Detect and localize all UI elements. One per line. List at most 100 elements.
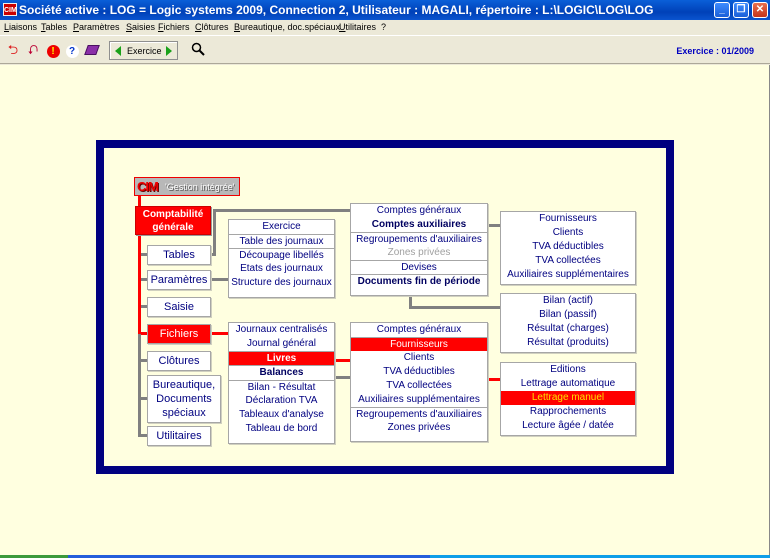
connector-livres <box>335 359 350 362</box>
module-bureautique-line1: Bureautique, <box>152 379 216 391</box>
module-bureautique-line3: spéciaux <box>162 407 206 419</box>
import-icon[interactable]: ⮏ <box>25 42 41 58</box>
help-icon[interactable]: ? <box>64 42 80 58</box>
module-parametres[interactable]: Paramètres <box>147 270 211 290</box>
fourn-item-rapprochements[interactable]: Rapprochements <box>501 405 635 419</box>
module-fichiers[interactable]: Fichiers <box>147 324 211 344</box>
tables-item-etats-journaux[interactable]: Etats des journaux <box>229 262 334 276</box>
menu-help[interactable]: ? <box>381 22 386 32</box>
aux-item-fournisseurs[interactable]: Fournisseurs <box>501 212 635 226</box>
minimize-button[interactable]: _ <box>714 2 730 18</box>
fournisseurs-submenu: Editions Lettrage automatique Lettrage m… <box>500 362 636 436</box>
aux-item-supplementaires[interactable]: Auxiliaires supplémentaires <box>501 268 635 282</box>
close-button[interactable]: ✕ <box>752 2 768 18</box>
comptabilite-generale-root[interactable]: Comptabilité générale <box>135 206 211 235</box>
tables-item-decoupage[interactable]: Découpage libellés <box>229 248 334 262</box>
comptes-submenu: Comptes généraux Comptes auxiliaires Reg… <box>350 203 488 296</box>
fourn-item-editions[interactable]: Editions <box>501 363 635 377</box>
toolbar: ⮌ ⮏ ! ? Exercice Exercice : 01/2009 <box>0 35 770 64</box>
fourn-item-lecture-agee[interactable]: Lecture âgée / datée <box>501 419 635 433</box>
livres-item-comptes-generaux[interactable]: Comptes généraux <box>351 323 487 337</box>
fichiers-item-tableau-bord[interactable]: Tableau de bord <box>229 422 334 436</box>
connector-tables-up <box>213 209 216 256</box>
fin-item-resultat-produits[interactable]: Résultat (produits) <box>501 336 635 350</box>
next-exercice-icon[interactable] <box>166 46 172 56</box>
connector-tables-comptes <box>213 209 350 212</box>
fin-item-resultat-charges[interactable]: Résultat (charges) <box>501 322 635 336</box>
tables-item-exercice[interactable]: Exercice <box>229 220 334 234</box>
menu-liaisons[interactable]: Liaisons <box>4 22 37 32</box>
livres-item-aux-supplementaires[interactable]: Auxiliaires supplémentaires <box>351 393 487 407</box>
alert-icon[interactable]: ! <box>45 42 61 58</box>
fichiers-item-bilan-resultat[interactable]: Bilan - Résultat <box>229 380 334 394</box>
livres-item-tva-deductibles[interactable]: TVA déductibles <box>351 365 487 379</box>
module-saisie[interactable]: Saisie <box>147 297 211 317</box>
exit-icon[interactable]: ⮌ <box>5 42 21 58</box>
exercice-info: Exercice : 01/2009 <box>676 46 754 56</box>
restore-button[interactable]: ❐ <box>733 2 749 18</box>
cim-logo: CIM 'Gestion intégrée' <box>134 177 240 196</box>
root-line2: générale <box>152 222 194 233</box>
connector-fournisseurs <box>488 378 500 381</box>
cim-tagline: 'Gestion intégrée' <box>165 182 235 192</box>
fichiers-item-declaration-tva[interactable]: Déclaration TVA <box>229 394 334 408</box>
connector-fichiers-box <box>211 332 228 335</box>
menu-bureautique[interactable]: Bureautique, doc.spéciaux <box>234 22 340 32</box>
exercice-navigator: Exercice <box>109 41 178 60</box>
comptes-item-auxiliaires[interactable]: Comptes auxiliaires <box>351 218 487 232</box>
fichiers-item-tableaux-analyse[interactable]: Tableaux d'analyse <box>229 408 334 422</box>
connector-comptes-auxiliaires <box>488 224 500 227</box>
fichiers-item-balances[interactable]: Balances <box>229 365 334 380</box>
livres-item-clients[interactable]: Clients <box>351 351 487 365</box>
fourn-item-lettrage-auto[interactable]: Lettrage automatique <box>501 377 635 391</box>
root-line1: Comptabilité <box>142 209 204 220</box>
fin-periode-submenu: Bilan (actif) Bilan (passif) Résultat (c… <box>500 293 636 353</box>
cim-brand: CIM <box>137 179 159 194</box>
fichiers-item-livres[interactable]: Livres <box>229 351 334 365</box>
comptes-item-zones-privees: Zones privées <box>387 247 451 258</box>
menu-fichiers[interactable]: Fichiers <box>158 22 190 32</box>
menu-parametres[interactable]: Paramètres <box>73 22 120 32</box>
fin-item-bilan-passif[interactable]: Bilan (passif) <box>501 308 635 322</box>
menu-clotures[interactable]: Clôtures <box>195 22 229 32</box>
fichiers-submenu: Journaux centralisés Journal général Liv… <box>228 322 335 444</box>
livres-item-regroupements[interactable]: Regroupements d'auxiliaires <box>351 407 487 421</box>
fichiers-item-journal-general[interactable]: Journal général <box>229 337 334 351</box>
fichiers-item-journaux-centralises[interactable]: Journaux centralisés <box>229 323 334 337</box>
module-utilitaires[interactable]: Utilitaires <box>147 426 211 446</box>
menu-tables[interactable]: Tables <box>41 22 67 32</box>
aux-item-tva-collectees[interactable]: TVA collectées <box>501 254 635 268</box>
comptes-item-regroupements[interactable]: Regroupements d'auxiliaires <box>351 232 487 246</box>
menu-utilitaires[interactable]: Utilitaires <box>339 22 376 32</box>
module-bureautique-line2: Documents <box>156 393 212 405</box>
tables-item-table-journaux[interactable]: Table des journaux <box>229 234 334 248</box>
exercice-label: Exercice <box>127 46 162 56</box>
connector-balances <box>335 376 350 379</box>
livres-item-tva-collectees[interactable]: TVA collectées <box>351 379 487 393</box>
module-clotures[interactable]: Clôtures <box>147 351 211 371</box>
app-icon: CIM <box>3 3 17 16</box>
previous-exercice-icon[interactable] <box>115 46 121 56</box>
comptes-item-devises[interactable]: Devises <box>351 260 487 274</box>
book-icon[interactable] <box>84 42 100 58</box>
menu-bar: Liaisons Tables Paramètres Saisies Fichi… <box>0 20 770 34</box>
fin-item-bilan-actif[interactable]: Bilan (actif) <box>501 294 635 308</box>
livres-item-fournisseurs[interactable]: Fournisseurs <box>351 337 487 351</box>
module-tables[interactable]: Tables <box>147 245 211 265</box>
comptes-item-documents-fin-periode[interactable]: Documents fin de période <box>351 274 487 288</box>
main-gray-spine <box>138 334 141 437</box>
livres-submenu: Comptes généraux Fournisseurs Clients TV… <box>350 322 488 442</box>
menu-saisies[interactable]: Saisies <box>126 22 155 32</box>
module-bureautique[interactable]: Bureautique, Documents spéciaux <box>147 375 221 423</box>
connector-fin-periode-right <box>409 306 500 309</box>
tables-item-structure-journaux[interactable]: Structure des journaux <box>229 276 334 290</box>
auxiliaires-submenu: Fournisseurs Clients TVA déductibles TVA… <box>500 211 636 285</box>
title-bar: CIM Société active : LOG = Logic systems… <box>0 0 770 20</box>
comptes-item-generaux[interactable]: Comptes généraux <box>351 204 487 218</box>
search-icon[interactable] <box>190 42 206 58</box>
tables-submenu: Exercice Table des journaux Découpage li… <box>228 219 335 298</box>
aux-item-clients[interactable]: Clients <box>501 226 635 240</box>
fourn-item-lettrage-manuel[interactable]: Lettrage manuel <box>501 391 635 405</box>
livres-item-zones-privees[interactable]: Zones privées <box>351 421 487 435</box>
aux-item-tva-deductibles[interactable]: TVA déductibles <box>501 240 635 254</box>
